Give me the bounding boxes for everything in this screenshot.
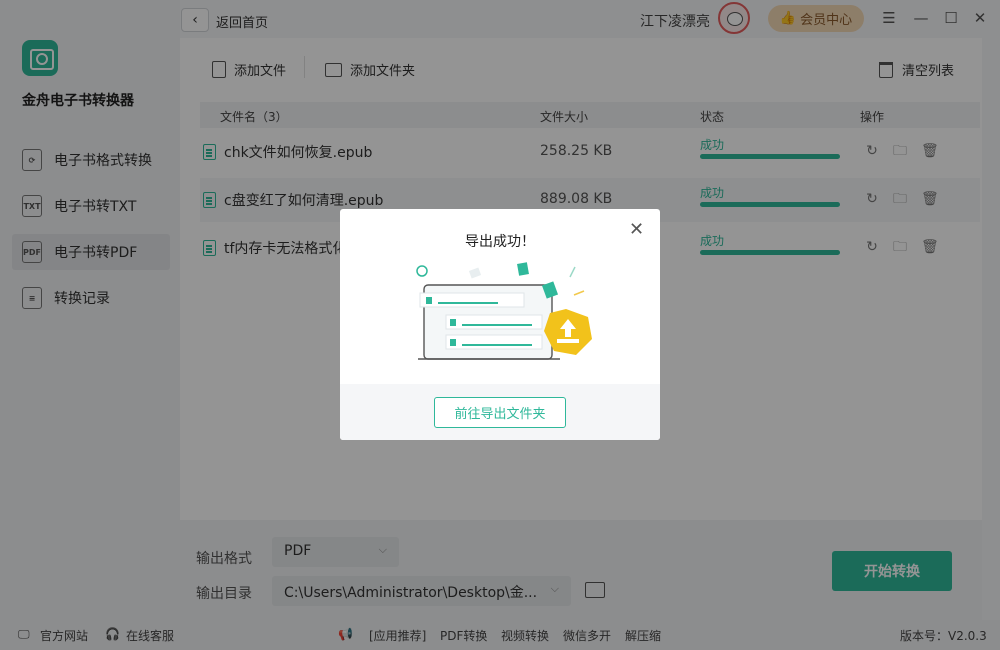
close-icon[interactable]: ✕ — [629, 219, 644, 240]
dialog-footer: 前往导出文件夹 — [340, 384, 660, 440]
export-success-illustration-icon — [416, 262, 592, 360]
export-success-dialog: 导出成功！ ✕ 前往导出文件夹 — [340, 209, 660, 440]
dialog-title: 导出成功！ — [465, 234, 535, 250]
open-export-folder-button[interactable]: 前往导出文件夹 — [434, 397, 566, 428]
